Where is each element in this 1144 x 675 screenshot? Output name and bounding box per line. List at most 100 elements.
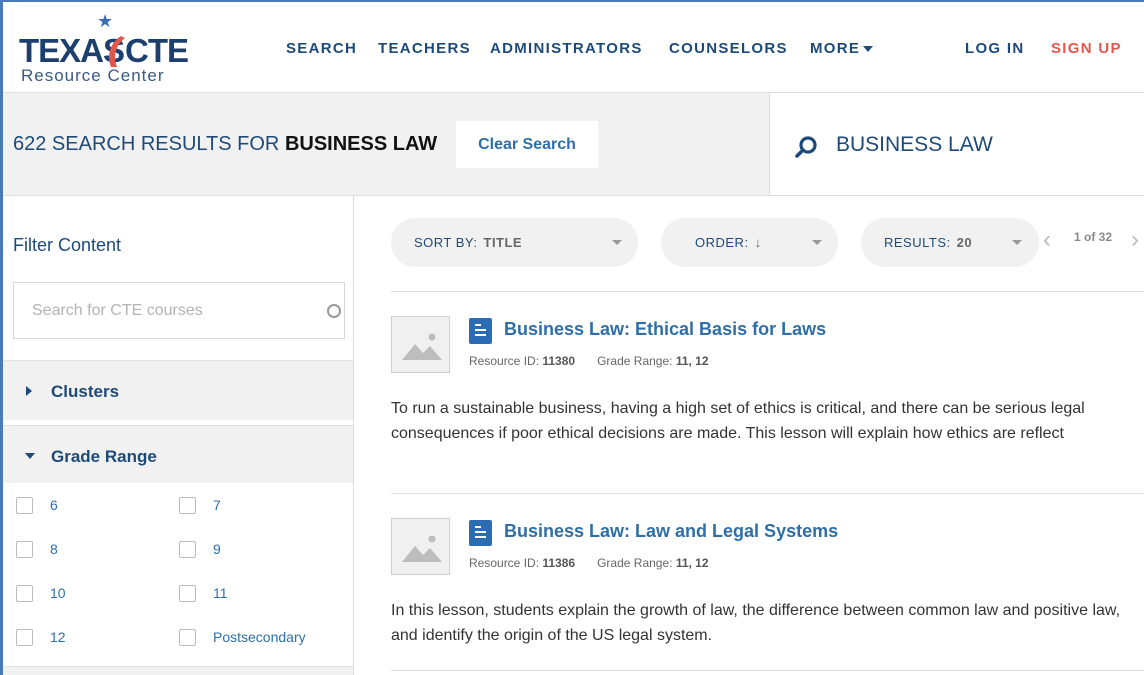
checkbox[interactable] — [16, 628, 33, 646]
course-search-field[interactable] — [13, 282, 345, 339]
checkbox[interactable] — [179, 628, 196, 646]
grade-checkbox-6[interactable]: 6 — [16, 495, 58, 515]
divider — [391, 493, 1144, 494]
clusters-label: Clusters — [51, 382, 120, 401]
logo-subtitle: Resource Center — [21, 66, 165, 85]
grade-checkbox-8[interactable]: 8 — [16, 539, 58, 559]
grade-range-value: 11, 12 — [675, 354, 709, 368]
mountain-icon — [402, 333, 442, 360]
grade-option-label: Postsecondary — [213, 629, 306, 645]
pager-text: 1 of 32 — [1074, 230, 1113, 244]
checkbox[interactable] — [179, 584, 196, 602]
filter-content-title: Filter Content — [13, 235, 122, 255]
search-input-value[interactable]: BUSINESS LAW — [836, 133, 993, 157]
result-item: Business Law: Ethical Basis for Laws Res… — [391, 316, 1144, 486]
mountain-icon — [402, 535, 442, 562]
nav-teachers[interactable]: TEACHERS — [378, 40, 471, 60]
nav-more-dropdown[interactable]: MORE — [810, 40, 874, 60]
grade-checkbox-9[interactable]: 9 — [179, 539, 221, 559]
result-meta: Resource ID: 11380 Grade Range: 11, 12 — [469, 354, 709, 368]
checkbox[interactable] — [16, 496, 33, 514]
order-dropdown[interactable]: ORDER: ↓ — [661, 218, 838, 267]
grade-option-label: 7 — [213, 497, 221, 513]
order-label-text: ORDER: — [695, 235, 749, 250]
clear-search-button[interactable]: Clear Search — [456, 121, 598, 168]
resource-id-label: Resource ID: — [469, 556, 540, 570]
page-frame: ★ TEXAS CTE Resource Center SEARCH TEACH… — [0, 0, 1144, 675]
grade-range-accordion[interactable]: Grade Range — [3, 425, 353, 483]
grade-checkbox-11[interactable]: 11 — [179, 583, 228, 603]
checkbox[interactable] — [179, 496, 196, 514]
results-per-page-dropdown[interactable]: RESULTS: 20 — [861, 218, 1039, 267]
checkbox[interactable] — [179, 540, 196, 558]
clusters-accordion[interactable]: Clusters — [3, 360, 353, 420]
logo-swoosh-icon — [109, 36, 125, 67]
result-description: To run a sustainable business, having a … — [391, 400, 1085, 442]
search-circle-icon[interactable] — [327, 304, 341, 318]
results-value: 20 — [956, 235, 973, 250]
grade-option-label: 8 — [50, 541, 58, 557]
document-icon — [469, 520, 492, 546]
image-placeholder-icon[interactable] — [391, 316, 450, 373]
grade-option-label: 9 — [213, 541, 221, 557]
checkbox[interactable] — [16, 584, 33, 602]
grade-option-label: 6 — [50, 497, 58, 513]
result-meta: Resource ID: 11386 Grade Range: 11, 12 — [469, 556, 709, 570]
grade-checkbox-10[interactable]: 10 — [16, 583, 66, 603]
results-label-text: RESULTS: — [884, 235, 951, 250]
chevron-down-icon — [1012, 240, 1022, 245]
prev-page-icon[interactable]: ‹ — [1043, 228, 1051, 252]
sort-by-label: SORT BY: TITLE — [414, 235, 522, 250]
nav-administrators[interactable]: ADMINISTRATORS — [490, 40, 643, 60]
filter-sidebar: Filter Content Clusters Grade Range 6 7 … — [3, 196, 354, 675]
grade-range-label: Grade Range — [51, 447, 157, 466]
resource-id-value: 11380 — [542, 354, 576, 368]
nav-counselors[interactable]: COUNSELORS — [669, 40, 788, 60]
resource-id-label: Resource ID: — [469, 354, 540, 368]
result-title-link[interactable]: Business Law: Ethical Basis for Laws — [504, 319, 826, 340]
sort-by-dropdown[interactable]: SORT BY: TITLE — [391, 218, 638, 267]
chevron-down-icon — [612, 240, 622, 245]
resource-id-value: 11386 — [542, 556, 576, 570]
order-value: ↓ — [754, 235, 762, 250]
results-count-text: 622 SEARCH RESULTS FOR — [13, 133, 285, 155]
grade-checkbox-7[interactable]: 7 — [179, 495, 221, 515]
grade-range-meta-label: Grade Range: — [597, 354, 673, 368]
texas-cte-logo[interactable]: ★ TEXAS CTE Resource Center — [17, 10, 197, 88]
results-count-heading: 622 SEARCH RESULTS FOR BUSINESS LAW — [13, 133, 437, 156]
grade-option-label: 12 — [50, 629, 66, 645]
logo-word-cte: CTE — [125, 32, 189, 69]
next-page-icon[interactable]: › — [1131, 228, 1139, 252]
results-query-text: BUSINESS LAW — [284, 133, 438, 155]
grade-checkbox-12[interactable]: 12 — [16, 627, 66, 647]
result-description: In this lesson, students explain the gro… — [391, 602, 1121, 644]
chevron-down-icon — [812, 240, 822, 245]
divider — [391, 291, 1144, 292]
grade-range-value: 11, 12 — [675, 556, 709, 570]
search-box[interactable]: BUSINESS LAW — [769, 92, 1144, 196]
sort-by-label-text: SORT BY: — [414, 235, 478, 250]
sort-by-value: TITLE — [483, 235, 523, 250]
checkbox[interactable] — [16, 540, 33, 558]
divider — [391, 670, 1144, 671]
site-header: ★ TEXAS CTE Resource Center SEARCH TEACH… — [3, 2, 1144, 92]
signup-link[interactable]: SIGN UP — [1051, 40, 1122, 60]
grade-checkbox-postsecondary[interactable]: Postsecondary — [179, 627, 306, 647]
nav-search[interactable]: SEARCH — [286, 40, 357, 60]
course-search-input[interactable] — [14, 283, 314, 338]
order-label: ORDER: ↓ — [695, 235, 762, 250]
caret-down-icon — [863, 46, 874, 53]
caret-right-icon — [26, 386, 32, 396]
results-label: RESULTS: 20 — [884, 235, 972, 250]
grade-option-label: 11 — [213, 585, 228, 601]
search-icon — [795, 136, 817, 158]
search-results-bar: 622 SEARCH RESULTS FOR BUSINESS LAW Clea… — [3, 92, 769, 196]
grade-option-label: 10 — [50, 585, 66, 601]
result-title-link[interactable]: Business Law: Law and Legal Systems — [504, 521, 838, 542]
image-placeholder-icon[interactable] — [391, 518, 450, 575]
star-icon: ★ — [97, 11, 114, 31]
login-link[interactable]: LOG IN — [965, 40, 1024, 60]
nav-more-label: MORE — [810, 40, 861, 57]
caret-down-icon — [25, 453, 35, 459]
result-item: Business Law: Law and Legal Systems Reso… — [391, 518, 1144, 668]
